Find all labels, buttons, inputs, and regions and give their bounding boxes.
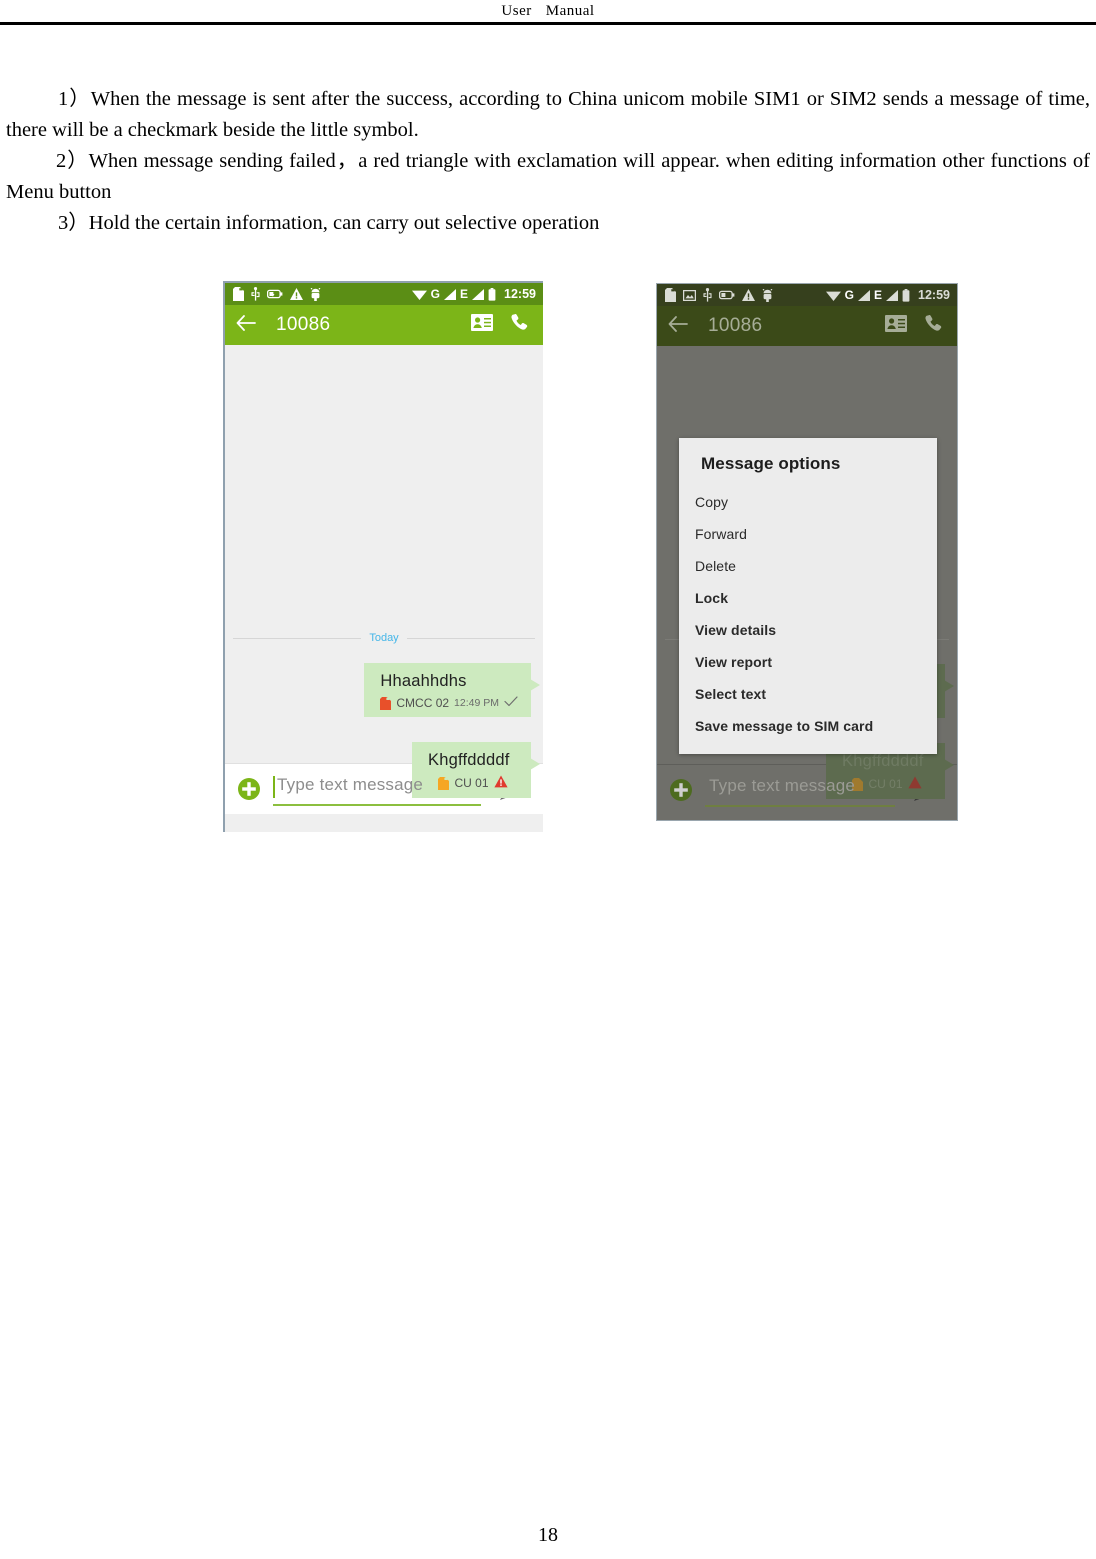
- gprs-signal-icon: [858, 289, 870, 301]
- bubble-tail: [530, 758, 540, 770]
- text-caret: [273, 776, 275, 798]
- message-text: Khgffddddf: [842, 752, 924, 770]
- android-debug-icon: [310, 287, 321, 301]
- edge-label: E: [874, 288, 883, 302]
- header-divider-rule: [0, 22, 1096, 25]
- bubble-tail: [944, 680, 954, 692]
- message-bubble-outgoing[interactable]: Hhaahhdhs CMCC 02 12:49 PM: [364, 663, 540, 717]
- dialog-item-delete[interactable]: Delete: [679, 550, 937, 582]
- contact-card-icon[interactable]: [885, 315, 907, 337]
- sd-card-icon: [665, 288, 676, 302]
- message-input-placeholder: Type text message: [709, 776, 856, 795]
- input-underline: [273, 804, 481, 806]
- conversation-body: Today Hhaahhdhs CMCC 02 12:49 PM Khgffdd…: [225, 345, 543, 798]
- status-bar: G E 12:59: [657, 284, 957, 306]
- dialog-item-lock[interactable]: Lock: [679, 582, 937, 614]
- battery-icon: [488, 287, 496, 301]
- dialog-item-view-details[interactable]: View details: [679, 614, 937, 646]
- android-debug-icon: [762, 288, 773, 302]
- status-bar-clock: 12:59: [504, 287, 536, 301]
- wifi-icon: [411, 289, 427, 300]
- dialog-item-forward[interactable]: Forward: [679, 518, 937, 550]
- phone-screenshot-message-options: G E 12:59 10086 Khgffddddf CU 01 Message…: [656, 283, 958, 821]
- day-separator-line-right: [406, 637, 536, 639]
- sd-card-icon: [233, 287, 244, 301]
- header-title-right: Manual: [545, 3, 595, 19]
- warning-triangle-icon: [290, 288, 303, 300]
- dialog-item-view-report[interactable]: View report: [679, 646, 937, 678]
- bubble-tail: [944, 759, 954, 771]
- back-arrow-icon[interactable]: [668, 315, 688, 337]
- message-text: Khgffddddf: [428, 751, 510, 769]
- usb-icon: [251, 287, 260, 301]
- edge-label: E: [460, 287, 469, 301]
- battery-icon: [902, 288, 910, 302]
- screenshot-icon: [682, 289, 697, 301]
- conversation-title: 10086: [276, 314, 331, 335]
- bubble-tail: [530, 679, 540, 691]
- checkmark-icon: [504, 696, 518, 710]
- message-options-dialog: Message options Copy Forward Delete Lock…: [679, 438, 937, 754]
- message-input-field[interactable]: Type text message: [705, 773, 903, 807]
- battery-charging-icon: [718, 290, 735, 300]
- page-number: 18: [538, 1524, 558, 1546]
- dialog-item-copy[interactable]: Copy: [679, 486, 937, 518]
- paragraph-3: 3）Hold the certain information, can carr…: [58, 212, 600, 234]
- sim1-red-chip-icon: [380, 696, 392, 710]
- day-separator-label: Today: [369, 632, 399, 644]
- message-input-field[interactable]: Type text message: [273, 772, 489, 806]
- message-text: Hhaahhdhs: [380, 672, 467, 690]
- header-title-left: User: [501, 3, 532, 19]
- error-triangle-icon: [493, 775, 508, 791]
- edge-signal-icon: [886, 289, 899, 301]
- add-attachment-icon[interactable]: [669, 778, 693, 802]
- status-bar-clock: 12:59: [918, 288, 950, 302]
- paragraph-2: 2）When message sending failed，a red tria…: [6, 150, 1090, 203]
- document-header: User Manual: [0, 0, 1096, 24]
- usb-icon: [703, 288, 712, 302]
- body-text-block: 1）When the message is sent after the suc…: [0, 84, 1096, 239]
- error-triangle-icon: [907, 776, 922, 792]
- dialog-title: Message options: [701, 454, 841, 473]
- edge-signal-icon: [472, 288, 485, 300]
- message-time: 12:49 PM: [454, 697, 499, 709]
- conversation-title: 10086: [708, 315, 763, 336]
- action-bar: 10086: [225, 305, 543, 345]
- input-underline: [705, 805, 895, 807]
- dialog-item-select-text[interactable]: Select text: [679, 678, 937, 710]
- wifi-icon: [825, 290, 841, 301]
- day-separator-line-left: [233, 637, 362, 639]
- gprs-label: G: [844, 288, 854, 302]
- back-arrow-icon[interactable]: [236, 314, 256, 336]
- contact-card-icon[interactable]: [471, 314, 493, 336]
- gprs-signal-icon: [444, 288, 456, 300]
- message-sim-label: CMCC 02: [396, 696, 450, 710]
- conversation-body-dimmed: Today Hhaahhdhs CMCC 02 12:49 PM: [657, 346, 957, 799]
- battery-charging-icon: [266, 289, 283, 299]
- phone-call-icon[interactable]: [509, 313, 529, 338]
- phone-screenshot-conversation: G E 12:59 10086 Today Hhaahhdhs CMCC 02 …: [223, 281, 543, 832]
- phone-call-icon[interactable]: [923, 314, 943, 339]
- action-bar: 10086: [657, 306, 957, 346]
- gprs-label: G: [430, 287, 440, 301]
- add-attachment-icon[interactable]: [237, 777, 261, 801]
- screenshot-row: G E 12:59 10086 Today Hhaahhdhs CMCC 02 …: [0, 281, 1096, 841]
- message-row: Hhaahhdhs CMCC 02 12:49 PM: [364, 663, 540, 717]
- paragraph-1: 1）When the message is sent after the suc…: [6, 88, 1090, 141]
- message-input-placeholder: Type text message: [277, 775, 424, 794]
- status-bar: G E 12:59: [225, 283, 543, 305]
- day-separator: Today: [233, 632, 536, 644]
- warning-triangle-icon: [742, 289, 755, 301]
- dialog-item-save-to-sim[interactable]: Save message to SIM card: [679, 710, 937, 742]
- message-meta: CMCC 02 12:49 PM: [380, 696, 518, 710]
